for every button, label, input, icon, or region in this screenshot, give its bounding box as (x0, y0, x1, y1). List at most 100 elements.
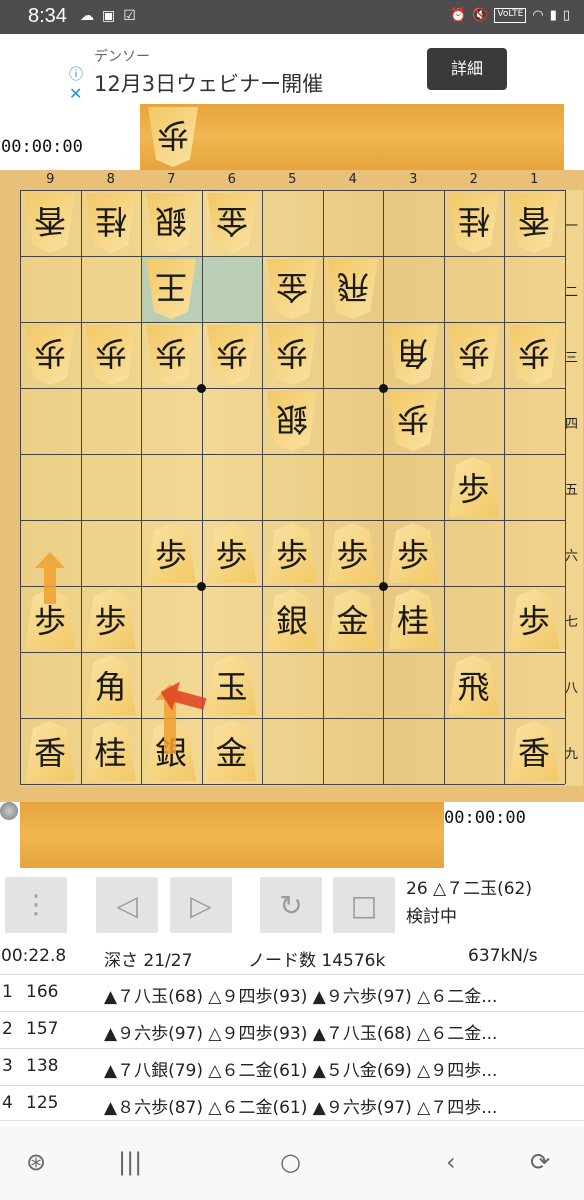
sente-piece[interactable]: 香 (25, 721, 75, 781)
highlight-square (201, 256, 262, 322)
prev-move-button[interactable]: ◁ (96, 877, 158, 933)
sente-piece[interactable]: 金 (327, 589, 378, 649)
grid-line (322, 190, 324, 784)
rotate-icon: ↻ (279, 888, 303, 922)
gote-piece[interactable]: 歩 (25, 325, 75, 385)
ad-brand: デンソー (94, 49, 150, 65)
ad-details-button[interactable]: 詳細 (427, 48, 507, 90)
image-icon: ▣ (102, 8, 116, 24)
gote-piece[interactable]: 銀 (267, 391, 317, 451)
row-label: 六 (565, 549, 579, 564)
gote-piece[interactable]: 角 (388, 325, 438, 385)
sente-piece[interactable]: 角 (85, 655, 136, 715)
grid-line (504, 190, 505, 784)
sente-piece[interactable]: 飛 (448, 655, 499, 715)
turn-indicator-icon (0, 802, 18, 820)
status-bar: 8:34 ☁ ▣ ☑ ⏰ 🔇 VoLTE ◠ ▮ ▯ (0, 0, 584, 34)
sente-piece[interactable]: 歩 (146, 523, 196, 583)
grid-line (80, 190, 82, 784)
sente-piece[interactable]: 玉 (206, 655, 257, 715)
ad-message: 12月3日ウェビナー開催 (94, 72, 324, 96)
menu-icon: ⋮ (23, 890, 49, 920)
pv-moves: ▲７八玉(68) △９四歩(93) ▲９六歩(97) △６二金... (104, 987, 498, 1007)
grid-line (262, 190, 263, 784)
column-label: 7 (167, 172, 176, 187)
gote-piece[interactable]: 銀 (146, 193, 196, 253)
star-point (197, 383, 206, 393)
back-button[interactable]: ‹ (446, 1148, 456, 1176)
best-move-arrow (35, 552, 65, 604)
pv-moves: ▲７八銀(79) △６二金(61) ▲５八金(69) △９四歩... (104, 1061, 498, 1081)
stop-button[interactable]: □ (333, 877, 395, 933)
rotate-board-button[interactable]: ↻ (260, 877, 322, 933)
grid-line (20, 718, 565, 719)
grid-line (443, 190, 445, 784)
gote-piece[interactable]: 歩 (509, 325, 559, 385)
sente-piece[interactable]: 銀 (267, 589, 317, 649)
gote-hand: 歩 (140, 104, 564, 170)
rotate-screen-icon[interactable]: ⟳ (530, 1148, 550, 1176)
row-label: 七 (565, 615, 579, 630)
pv-line[interactable]: 4 125 ▲８六歩(87) △６二金(61) ▲９六歩(97) △７四歩... (0, 1085, 584, 1121)
gote-piece[interactable]: 桂 (86, 193, 136, 253)
sente-piece[interactable]: 歩 (85, 589, 136, 649)
gote-piece[interactable]: 歩 (86, 325, 136, 385)
pv-rank: 3 (2, 1056, 13, 1076)
gote-piece[interactable]: 香 (509, 193, 559, 253)
back-icon: ◁ (116, 888, 138, 922)
home-button[interactable]: ○ (280, 1148, 301, 1176)
engine-nps: 637kN/s (468, 946, 538, 966)
ad-banner[interactable]: ⓘ ✕ デンソー 12月3日ウェビナー開催 詳細 (66, 34, 520, 104)
gote-piece[interactable]: 歩 (146, 325, 196, 385)
hand-piece[interactable]: 歩 (148, 107, 198, 167)
pv-line[interactable]: 2 157 ▲９六歩(97) △９四歩(93) ▲７八玉(68) △６二金... (0, 1011, 584, 1047)
alarm-icon: ⏰ (450, 8, 467, 23)
game-launcher-icon[interactable]: ⊛ (26, 1148, 46, 1176)
pv-score: 125 (26, 1093, 59, 1113)
next-move-button[interactable]: ▷ (170, 877, 232, 933)
sente-piece[interactable]: 歩 (388, 523, 438, 583)
gote-piece[interactable]: 歩 (388, 391, 438, 451)
grid-line (20, 190, 21, 784)
gote-piece[interactable]: 香 (25, 193, 75, 253)
row-label: 三 (565, 351, 579, 366)
sente-piece[interactable]: 歩 (509, 589, 559, 649)
sente-piece[interactable]: 香 (509, 721, 559, 781)
pv-line[interactable]: 3 138 ▲７八銀(79) △６二金(61) ▲５八金(69) △９四歩... (0, 1048, 584, 1084)
sente-piece[interactable]: 歩 (327, 523, 378, 583)
sente-piece[interactable]: 歩 (267, 523, 317, 583)
column-label: 2 (469, 172, 478, 187)
status-time: 8:34 (28, 5, 67, 27)
wifi-icon: ◠ (532, 8, 544, 23)
menu-button[interactable]: ⋮ (5, 877, 67, 933)
sente-piece[interactable]: 桂 (85, 721, 136, 781)
board-grid[interactable]: 香桂銀金桂香王金飛歩歩歩歩歩角歩歩銀歩歩歩歩歩歩歩歩歩銀金桂歩角玉飛香桂銀金香 (20, 190, 583, 786)
row-label: 八 (565, 681, 579, 696)
battery-icon: ▯ (562, 8, 570, 23)
pv-line[interactable]: 1 166 ▲７八玉(68) △９四歩(93) ▲９六歩(97) △６二金... (0, 974, 584, 1010)
pv-score: 166 (26, 982, 59, 1002)
grid-line (20, 322, 565, 323)
gote-piece[interactable]: 桂 (449, 193, 499, 253)
gote-piece[interactable]: 飛 (328, 259, 378, 319)
column-label: 1 (530, 172, 539, 187)
sente-piece[interactable]: 歩 (206, 523, 257, 583)
gote-piece[interactable]: 歩 (267, 325, 317, 385)
close-icon[interactable]: ✕ (69, 84, 82, 103)
sente-piece[interactable]: 金 (206, 721, 257, 781)
column-label: 8 (106, 172, 115, 187)
pv-rank: 4 (2, 1093, 13, 1113)
gote-piece[interactable]: 金 (207, 193, 257, 253)
grid-line (20, 454, 565, 455)
grid-line (20, 388, 565, 389)
shogi-board[interactable]: 香桂銀金桂香王金飛歩歩歩歩歩角歩歩銀歩歩歩歩歩歩歩歩歩銀金桂歩角玉飛香桂銀金香 … (0, 170, 584, 802)
sente-piece[interactable]: 桂 (388, 589, 438, 649)
gote-piece[interactable]: 歩 (207, 325, 257, 385)
info-icon[interactable]: ⓘ (69, 64, 83, 84)
gote-piece[interactable]: 歩 (449, 325, 499, 385)
sente-clock: 00:00:00 (444, 808, 526, 828)
gote-piece[interactable]: 金 (267, 259, 317, 319)
recent-apps-button[interactable]: ||| (118, 1148, 142, 1176)
sente-piece[interactable]: 歩 (448, 457, 499, 517)
engine-stats: 00:22.8 深さ 21/27 ノード数 14576k 637kN/s (0, 940, 584, 974)
